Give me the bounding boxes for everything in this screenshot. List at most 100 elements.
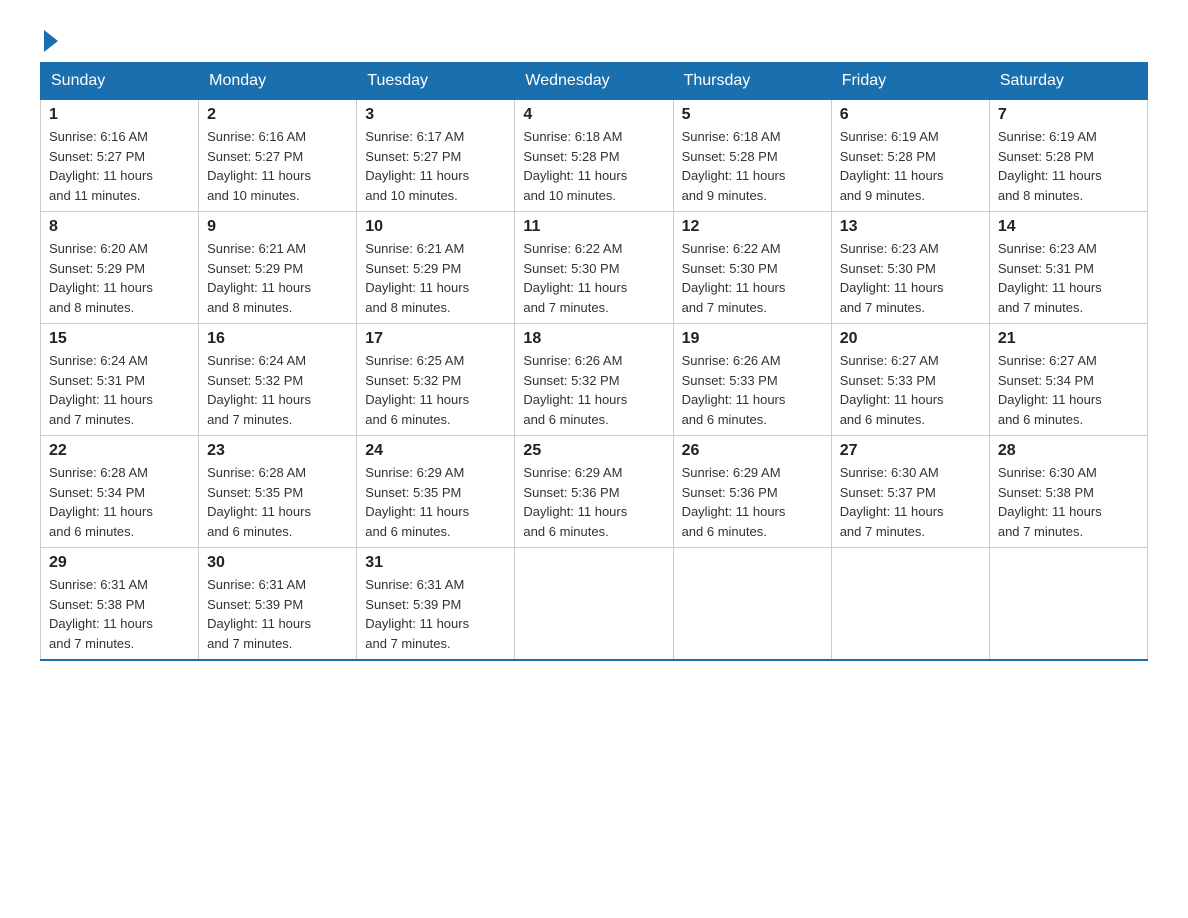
calendar-cell: 9 Sunrise: 6:21 AMSunset: 5:29 PMDaylight…: [199, 212, 357, 324]
day-number: 7: [998, 106, 1139, 124]
header-monday: Monday: [199, 63, 357, 99]
header-sunday: Sunday: [41, 63, 199, 99]
day-number: 21: [998, 330, 1139, 348]
day-number: 26: [682, 442, 823, 460]
day-info: Sunrise: 6:24 AMSunset: 5:32 PMDaylight:…: [207, 351, 348, 429]
header-wednesday: Wednesday: [515, 63, 673, 99]
day-number: 5: [682, 106, 823, 124]
day-info: Sunrise: 6:29 AMSunset: 5:35 PMDaylight:…: [365, 463, 506, 541]
day-info: Sunrise: 6:29 AMSunset: 5:36 PMDaylight:…: [523, 463, 664, 541]
day-number: 2: [207, 106, 348, 124]
day-info: Sunrise: 6:16 AMSunset: 5:27 PMDaylight:…: [49, 127, 190, 205]
calendar-cell: 25 Sunrise: 6:29 AMSunset: 5:36 PMDayligh…: [515, 436, 673, 548]
day-info: Sunrise: 6:30 AMSunset: 5:37 PMDaylight:…: [840, 463, 981, 541]
day-info: Sunrise: 6:25 AMSunset: 5:32 PMDaylight:…: [365, 351, 506, 429]
day-info: Sunrise: 6:18 AMSunset: 5:28 PMDaylight:…: [682, 127, 823, 205]
day-info: Sunrise: 6:22 AMSunset: 5:30 PMDaylight:…: [682, 239, 823, 317]
calendar-cell: 23 Sunrise: 6:28 AMSunset: 5:35 PMDayligh…: [199, 436, 357, 548]
calendar-cell: 10 Sunrise: 6:21 AMSunset: 5:29 PMDayligh…: [357, 212, 515, 324]
calendar-cell: 31 Sunrise: 6:31 AMSunset: 5:39 PMDayligh…: [357, 548, 515, 661]
calendar-cell: 1 Sunrise: 6:16 AMSunset: 5:27 PMDaylight…: [41, 99, 199, 212]
day-number: 29: [49, 554, 190, 572]
day-number: 16: [207, 330, 348, 348]
calendar-cell: 19Sunrise: 6:26 AMSunset: 5:33 PMDayligh…: [673, 324, 831, 436]
calendar-cell: [673, 548, 831, 661]
day-number: 18: [523, 330, 664, 348]
calendar-cell: 16 Sunrise: 6:24 AMSunset: 5:32 PMDayligh…: [199, 324, 357, 436]
calendar-cell: 21Sunrise: 6:27 AMSunset: 5:34 PMDayligh…: [989, 324, 1147, 436]
day-number: 1: [49, 106, 190, 124]
day-info: Sunrise: 6:19 AMSunset: 5:28 PMDaylight:…: [998, 127, 1139, 205]
day-info: Sunrise: 6:19 AMSunset: 5:28 PMDaylight:…: [840, 127, 981, 205]
calendar-cell: 12 Sunrise: 6:22 AMSunset: 5:30 PMDayligh…: [673, 212, 831, 324]
calendar-cell: 27 Sunrise: 6:30 AMSunset: 5:37 PMDayligh…: [831, 436, 989, 548]
calendar-cell: 3Sunrise: 6:17 AMSunset: 5:27 PMDaylight…: [357, 99, 515, 212]
day-info: Sunrise: 6:26 AMSunset: 5:33 PMDaylight:…: [682, 351, 823, 429]
calendar-week-row: 15 Sunrise: 6:24 AMSunset: 5:31 PMDayligh…: [41, 324, 1148, 436]
calendar-cell: 2 Sunrise: 6:16 AMSunset: 5:27 PMDaylight…: [199, 99, 357, 212]
day-info: Sunrise: 6:31 AMSunset: 5:38 PMDaylight:…: [49, 575, 190, 653]
calendar-week-row: 29 Sunrise: 6:31 AMSunset: 5:38 PMDayligh…: [41, 548, 1148, 661]
day-info: Sunrise: 6:22 AMSunset: 5:30 PMDaylight:…: [523, 239, 664, 317]
day-info: Sunrise: 6:23 AMSunset: 5:31 PMDaylight:…: [998, 239, 1139, 317]
calendar-cell: 15 Sunrise: 6:24 AMSunset: 5:31 PMDayligh…: [41, 324, 199, 436]
day-number: 13: [840, 218, 981, 236]
calendar-cell: 17Sunrise: 6:25 AMSunset: 5:32 PMDayligh…: [357, 324, 515, 436]
day-number: 27: [840, 442, 981, 460]
day-number: 22: [49, 442, 190, 460]
calendar-cell: 13Sunrise: 6:23 AMSunset: 5:30 PMDayligh…: [831, 212, 989, 324]
day-info: Sunrise: 6:21 AMSunset: 5:29 PMDaylight:…: [207, 239, 348, 317]
day-number: 8: [49, 218, 190, 236]
header-friday: Friday: [831, 63, 989, 99]
day-info: Sunrise: 6:27 AMSunset: 5:33 PMDaylight:…: [840, 351, 981, 429]
calendar-cell: 6 Sunrise: 6:19 AMSunset: 5:28 PMDaylight…: [831, 99, 989, 212]
logo-triangle-icon: [44, 30, 58, 52]
day-number: 12: [682, 218, 823, 236]
calendar-cell: 8 Sunrise: 6:20 AMSunset: 5:29 PMDaylight…: [41, 212, 199, 324]
day-info: Sunrise: 6:28 AMSunset: 5:35 PMDaylight:…: [207, 463, 348, 541]
calendar-cell: 5 Sunrise: 6:18 AMSunset: 5:28 PMDaylight…: [673, 99, 831, 212]
calendar-cell: [989, 548, 1147, 661]
header-saturday: Saturday: [989, 63, 1147, 99]
day-number: 4: [523, 106, 664, 124]
calendar-week-row: 22 Sunrise: 6:28 AMSunset: 5:34 PMDayligh…: [41, 436, 1148, 548]
day-info: Sunrise: 6:24 AMSunset: 5:31 PMDaylight:…: [49, 351, 190, 429]
header-thursday: Thursday: [673, 63, 831, 99]
logo: [40, 30, 58, 52]
day-number: 11: [523, 218, 664, 236]
calendar-cell: [831, 548, 989, 661]
calendar-cell: [515, 548, 673, 661]
calendar-table: SundayMondayTuesdayWednesdayThursdayFrid…: [40, 62, 1148, 661]
day-number: 10: [365, 218, 506, 236]
day-number: 25: [523, 442, 664, 460]
day-number: 14: [998, 218, 1139, 236]
calendar-cell: 22 Sunrise: 6:28 AMSunset: 5:34 PMDayligh…: [41, 436, 199, 548]
calendar-cell: 11 Sunrise: 6:22 AMSunset: 5:30 PMDayligh…: [515, 212, 673, 324]
day-number: 6: [840, 106, 981, 124]
day-info: Sunrise: 6:31 AMSunset: 5:39 PMDaylight:…: [365, 575, 506, 653]
calendar-cell: 7 Sunrise: 6:19 AMSunset: 5:28 PMDaylight…: [989, 99, 1147, 212]
day-info: Sunrise: 6:30 AMSunset: 5:38 PMDaylight:…: [998, 463, 1139, 541]
day-info: Sunrise: 6:26 AMSunset: 5:32 PMDaylight:…: [523, 351, 664, 429]
day-info: Sunrise: 6:17 AMSunset: 5:27 PMDaylight:…: [365, 127, 506, 205]
day-info: Sunrise: 6:28 AMSunset: 5:34 PMDaylight:…: [49, 463, 190, 541]
day-info: Sunrise: 6:16 AMSunset: 5:27 PMDaylight:…: [207, 127, 348, 205]
day-info: Sunrise: 6:31 AMSunset: 5:39 PMDaylight:…: [207, 575, 348, 653]
day-info: Sunrise: 6:18 AMSunset: 5:28 PMDaylight:…: [523, 127, 664, 205]
day-info: Sunrise: 6:20 AMSunset: 5:29 PMDaylight:…: [49, 239, 190, 317]
day-info: Sunrise: 6:21 AMSunset: 5:29 PMDaylight:…: [365, 239, 506, 317]
day-number: 15: [49, 330, 190, 348]
calendar-cell: 18 Sunrise: 6:26 AMSunset: 5:32 PMDayligh…: [515, 324, 673, 436]
day-number: 24: [365, 442, 506, 460]
calendar-cell: 14 Sunrise: 6:23 AMSunset: 5:31 PMDayligh…: [989, 212, 1147, 324]
day-number: 20: [840, 330, 981, 348]
calendar-cell: 24 Sunrise: 6:29 AMSunset: 5:35 PMDayligh…: [357, 436, 515, 548]
day-number: 23: [207, 442, 348, 460]
calendar-week-row: 8 Sunrise: 6:20 AMSunset: 5:29 PMDaylight…: [41, 212, 1148, 324]
calendar-cell: 20 Sunrise: 6:27 AMSunset: 5:33 PMDayligh…: [831, 324, 989, 436]
day-number: 31: [365, 554, 506, 572]
day-number: 9: [207, 218, 348, 236]
day-number: 28: [998, 442, 1139, 460]
day-number: 30: [207, 554, 348, 572]
page-header: [40, 30, 1148, 52]
